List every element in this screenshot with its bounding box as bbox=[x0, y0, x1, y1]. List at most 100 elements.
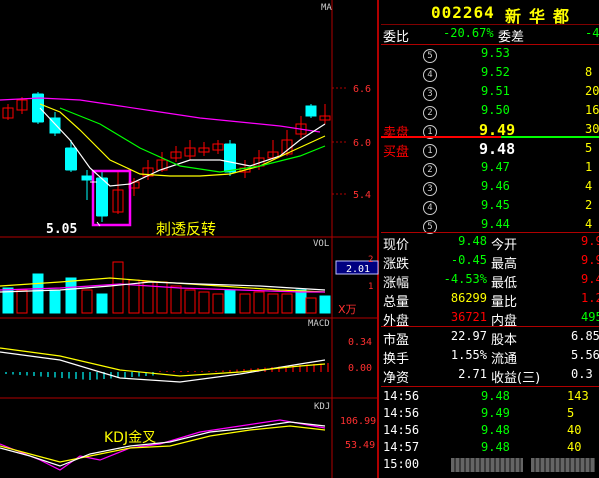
book-divider bbox=[381, 232, 599, 233]
stat-label: 最高 bbox=[491, 257, 518, 272]
bid-price-4: 9.45 bbox=[481, 198, 510, 212]
bid-level-4: 4 bbox=[423, 201, 437, 215]
bid-vol-2: 1 bbox=[585, 160, 593, 174]
bid-level-2: 2 bbox=[423, 163, 437, 177]
ask-row-3[interactable]: 3 9.51 20 bbox=[381, 84, 599, 102]
tick-time: 14:56 bbox=[383, 423, 420, 437]
kdj-tick-high: 106.99 bbox=[340, 416, 376, 427]
ask-vol-3: 20 bbox=[585, 84, 599, 98]
volume-bar bbox=[184, 289, 196, 314]
volume-bar bbox=[319, 295, 331, 314]
stat-value: -4.53% bbox=[443, 272, 487, 286]
macd-panel bbox=[0, 347, 329, 383]
ask-price-2: 9.50 bbox=[481, 103, 510, 117]
volume-bar bbox=[65, 277, 77, 314]
volume-bar bbox=[198, 291, 210, 314]
ask-row-4[interactable]: 4 9.52 8 bbox=[381, 65, 599, 83]
volume-bar bbox=[305, 297, 317, 314]
fundamental-value: 22.97 bbox=[450, 329, 487, 343]
ask-level-5: 5 bbox=[423, 49, 437, 63]
fundamental-label: 股本 bbox=[491, 333, 518, 348]
tick-price: 9.48 bbox=[481, 440, 510, 454]
bid-price-2: 9.47 bbox=[481, 160, 510, 174]
stat-label: 今开 bbox=[491, 238, 518, 253]
ask-row-2[interactable]: 2 9.50 16 bbox=[381, 103, 599, 121]
volume-bar bbox=[281, 293, 293, 314]
bid-row-2[interactable]: 2 9.47 1 bbox=[381, 160, 599, 178]
weibi-label: 委比 bbox=[383, 30, 410, 45]
weibi-value: -20.67% bbox=[443, 26, 494, 40]
stat-value: -0.45 bbox=[450, 253, 487, 267]
ask-vol-1: 30 bbox=[585, 122, 599, 136]
tick-row: 14:57 9.48 40 bbox=[381, 440, 599, 458]
volume-bar bbox=[267, 293, 279, 314]
stat-label: 最低 bbox=[491, 276, 518, 291]
bid-row-3[interactable]: 3 9.46 4 bbox=[381, 179, 599, 197]
ask-row-5[interactable]: 5 9.53 bbox=[381, 46, 599, 64]
ask-level-2: 2 bbox=[423, 106, 437, 120]
volume-bar bbox=[96, 293, 108, 314]
tick-volume: 5 bbox=[567, 406, 575, 420]
tick-time: 14:56 bbox=[383, 389, 420, 403]
vol-tick-1: 1 bbox=[368, 282, 373, 292]
tick-price: 9.48 bbox=[481, 389, 510, 403]
macd-dea-line bbox=[0, 347, 326, 377]
ask-level-4: 4 bbox=[423, 68, 437, 82]
weibi-divider bbox=[381, 44, 599, 45]
volume-bar bbox=[81, 289, 93, 314]
fundamental-label: 流通 bbox=[491, 352, 518, 367]
ask-price-5: 9.53 bbox=[481, 46, 510, 60]
candle-body bbox=[81, 175, 93, 181]
ma20-line bbox=[0, 97, 321, 133]
stat-row: 现价 9.48 今开 9.9 bbox=[381, 234, 599, 253]
vol-label: VOL bbox=[313, 239, 329, 249]
macd-label: MACD bbox=[308, 319, 330, 329]
stat-value: 9.48 bbox=[458, 234, 487, 248]
volume-bar bbox=[224, 289, 236, 314]
ask-vol-4: 8 bbox=[585, 65, 593, 79]
bid-vol-1: 5 bbox=[585, 141, 593, 155]
header-divider bbox=[381, 24, 599, 25]
quote-panel: 002264 新华都 委比 -20.67% 委差 -4 5 9.53 4 9.52 8 3… bbox=[381, 0, 599, 478]
stat-value: 9.4 bbox=[581, 272, 599, 286]
tick-row: 14:56 9.48 143 bbox=[381, 389, 599, 407]
stat-label: 量比 bbox=[491, 295, 518, 310]
macd-tick-high: 0.34 bbox=[348, 337, 372, 348]
stock-code[interactable]: 002264 bbox=[431, 3, 495, 22]
volume-bar bbox=[239, 293, 251, 314]
weicha-value: -4 bbox=[585, 26, 599, 40]
vol-unit: X万 bbox=[338, 303, 357, 316]
bid-vol-3: 4 bbox=[585, 179, 593, 193]
fundamental-label: 收益(三) bbox=[491, 371, 541, 386]
tick-time: 14:57 bbox=[383, 440, 420, 454]
tick-time: 15:00 bbox=[383, 457, 420, 471]
tick-price: 9.48 bbox=[481, 423, 510, 437]
fundamental-label: 市盈 bbox=[383, 333, 410, 348]
kline-chart-area[interactable]: MA 6.6 6.0 5.4 5.05 刺透反转 VOL 2.01 2 1 X万… bbox=[0, 0, 380, 478]
volume-bar bbox=[170, 285, 182, 314]
bid-row-4[interactable]: 4 9.45 2 bbox=[381, 198, 599, 216]
volume-bar bbox=[32, 273, 44, 314]
volume-bar bbox=[253, 291, 265, 314]
fundamental-value: 5.56 bbox=[571, 348, 599, 362]
price-tick-6-6: 6.6 bbox=[353, 84, 371, 95]
stat-row: 涨跌 -0.45 最高 9.9 bbox=[381, 253, 599, 272]
kdj-panel bbox=[0, 419, 326, 471]
price-tick-6-0: 6.0 bbox=[353, 138, 371, 149]
fundamental-label: 净资 bbox=[383, 371, 410, 386]
stat-label: 现价 bbox=[383, 238, 410, 253]
ask-price-3: 9.51 bbox=[481, 84, 510, 98]
fundamental-row: 市盈 22.97 股本 6.85 bbox=[381, 329, 599, 348]
bid-vol-5: 4 bbox=[585, 217, 593, 231]
stat-value: 4957 bbox=[581, 310, 599, 324]
stat-label: 涨幅 bbox=[383, 276, 410, 291]
stat-value: 1.2 bbox=[581, 291, 599, 305]
stat-row: 总量 86299 量比 1.2 bbox=[381, 291, 599, 310]
fundamental-value: 1.55% bbox=[450, 348, 487, 362]
watermark bbox=[451, 458, 523, 472]
bid-row-1[interactable]: 1 9.48 5 bbox=[381, 140, 599, 159]
kdj-annotation: KDJ金叉 bbox=[104, 430, 156, 446]
candle-body bbox=[96, 178, 108, 216]
candle-body bbox=[224, 144, 236, 172]
tick-volume: 40 bbox=[567, 423, 582, 437]
